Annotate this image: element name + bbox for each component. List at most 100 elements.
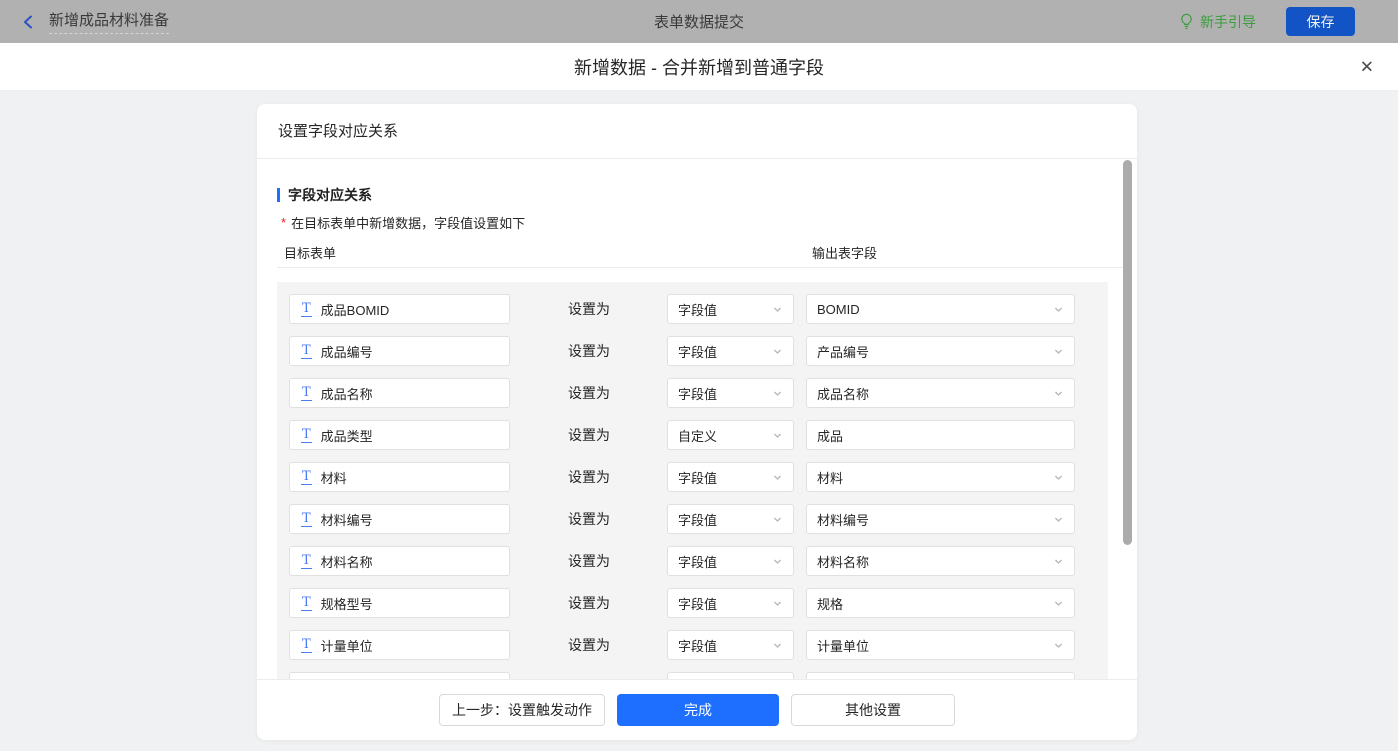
chevron-down-icon [1053,598,1064,609]
required-asterisk: * [281,215,286,230]
mapping-row: T 材料名称 设置为 字段值 材料名称 [289,546,1108,576]
chevron-down-icon [1053,346,1064,357]
text-field-type-icon: T [301,302,312,317]
set-as-label: 设置为 [568,509,667,529]
output-field-select-value: 产品编号 [817,342,869,361]
back-button[interactable] [20,13,38,31]
mode-select-value: 字段值 [678,384,717,403]
text-field-type-icon: T [301,428,312,443]
text-field-type-icon: T [301,638,312,653]
mode-select[interactable] [667,672,794,679]
output-field-select[interactable]: BOMID [806,294,1075,324]
chevron-down-icon [1053,304,1064,315]
output-field-select[interactable]: 产品编号 [806,336,1075,366]
output-field-select[interactable]: 材料 [806,462,1075,492]
set-as-label: 设置为 [568,635,667,655]
text-field-type-icon: T [301,512,312,527]
target-field-box: T 规格型号 [289,588,510,618]
column-header-output-fields: 输出表字段 [812,243,877,262]
target-field-name: 材料名称 [321,552,373,571]
mode-select-value: 字段值 [678,468,717,487]
mode-select-value: 字段值 [678,342,717,361]
mode-select-value: 字段值 [678,636,717,655]
text-field-type-icon: T [301,344,312,359]
close-icon[interactable]: ✕ [1360,58,1374,75]
target-field-name: 成品编号 [321,342,373,361]
save-button[interactable]: 保存 [1286,7,1355,36]
mode-select-value: 字段值 [678,300,717,319]
set-as-label: 设置为 [568,299,667,319]
card-footer: 上一步：设置触发动作 完成 其他设置 [257,679,1137,739]
modal-header: 新增数据 - 合并新增到普通字段 ✕ [0,43,1398,91]
output-field-select-value: 材料编号 [817,510,869,529]
output-field-select[interactable]: 规格 [806,588,1075,618]
mode-select[interactable]: 字段值 [667,294,794,324]
output-field-select-value: BOMID [817,302,860,317]
chevron-left-icon [20,13,38,31]
settings-card: 设置字段对应关系 字段对应关系 * 在目标表单中新增数据，字段值设置如下 目标表… [257,104,1137,740]
scrollbar-thumb[interactable] [1123,160,1132,545]
mode-select[interactable]: 字段值 [667,630,794,660]
target-field-name: 材料编号 [321,510,373,529]
output-field-select[interactable]: 成品名称 [806,378,1075,408]
mapping-row: T 成品编号 设置为 字段值 产品编号 [289,336,1108,366]
done-button[interactable]: 完成 [617,694,779,726]
target-field-name: 成品BOMID [321,300,390,319]
target-field-box: T 材料名称 [289,546,510,576]
chevron-down-icon [1053,556,1064,567]
chevron-down-icon [1053,472,1064,483]
target-field-name: 材料 [321,468,347,487]
beginner-guide-label: 新手引导 [1200,12,1256,32]
set-as-label: 设置为 [568,551,667,571]
mode-select[interactable]: 字段值 [667,378,794,408]
mode-select[interactable]: 字段值 [667,336,794,366]
lightbulb-icon [1179,13,1194,30]
target-field-box: T 成品编号 [289,336,510,366]
text-field-type-icon: T [301,386,312,401]
topbar-right: 新手引导 保存 [1179,7,1398,36]
output-field-select[interactable]: 材料编号 [806,504,1075,534]
chevron-down-icon [772,430,783,441]
topbar: 新增成品材料准备 表单数据提交 新手引导 保存 [0,0,1398,43]
chevron-down-icon [772,514,783,525]
mode-select[interactable]: 自定义 [667,420,794,450]
target-field-box: T 成品名称 [289,378,510,408]
set-as-label: 设置为 [568,341,667,361]
mode-select[interactable]: 字段值 [667,546,794,576]
set-as-label: 设置为 [568,593,667,613]
output-field-select-value: 规格 [817,594,843,613]
output-field-select-value: 成品名称 [817,384,869,403]
output-field-select[interactable] [806,672,1075,679]
prev-step-button[interactable]: 上一步：设置触发动作 [439,694,605,726]
mode-select-value: 自定义 [678,426,717,445]
target-field-box: T 成品类型 [289,420,510,450]
output-field-select[interactable]: 材料名称 [806,546,1075,576]
output-field-select-value: 成品 [817,426,843,445]
output-field-select-value: 计量单位 [817,636,869,655]
mode-select[interactable]: 字段值 [667,588,794,618]
output-field-select-value: 材料 [817,468,843,487]
beginner-guide-link[interactable]: 新手引导 [1179,12,1256,32]
text-field-type-icon: T [301,554,312,569]
mapping-row: T 材料 设置为 字段值 材料 [289,462,1108,492]
target-field-name: 规格型号 [321,594,373,613]
topbar-left: 新增成品材料准备 [0,9,169,34]
modal-title: 新增数据 - 合并新增到普通字段 [574,54,824,80]
custom-value-input[interactable]: 成品 [806,420,1075,450]
output-field-select[interactable]: 计量单位 [806,630,1075,660]
text-field-type-icon: T [301,470,312,485]
target-field-name: 成品类型 [321,426,373,445]
target-field-box: T 成品BOMID [289,294,510,324]
section-title: 字段对应关系 [288,185,372,205]
target-field-name: 成品名称 [321,384,373,403]
other-settings-button[interactable]: 其他设置 [791,694,955,726]
chevron-down-icon [1053,640,1064,651]
output-field-select-value: 材料名称 [817,552,869,571]
workflow-title[interactable]: 新增成品材料准备 [49,9,169,34]
card-header-title: 设置字段对应关系 [257,104,1137,159]
topbar-center-title: 表单数据提交 [654,11,744,32]
target-field-box: T 材料 [289,462,510,492]
mode-select[interactable]: 字段值 [667,504,794,534]
mode-select[interactable]: 字段值 [667,462,794,492]
target-field-box: T 材料编号 [289,504,510,534]
